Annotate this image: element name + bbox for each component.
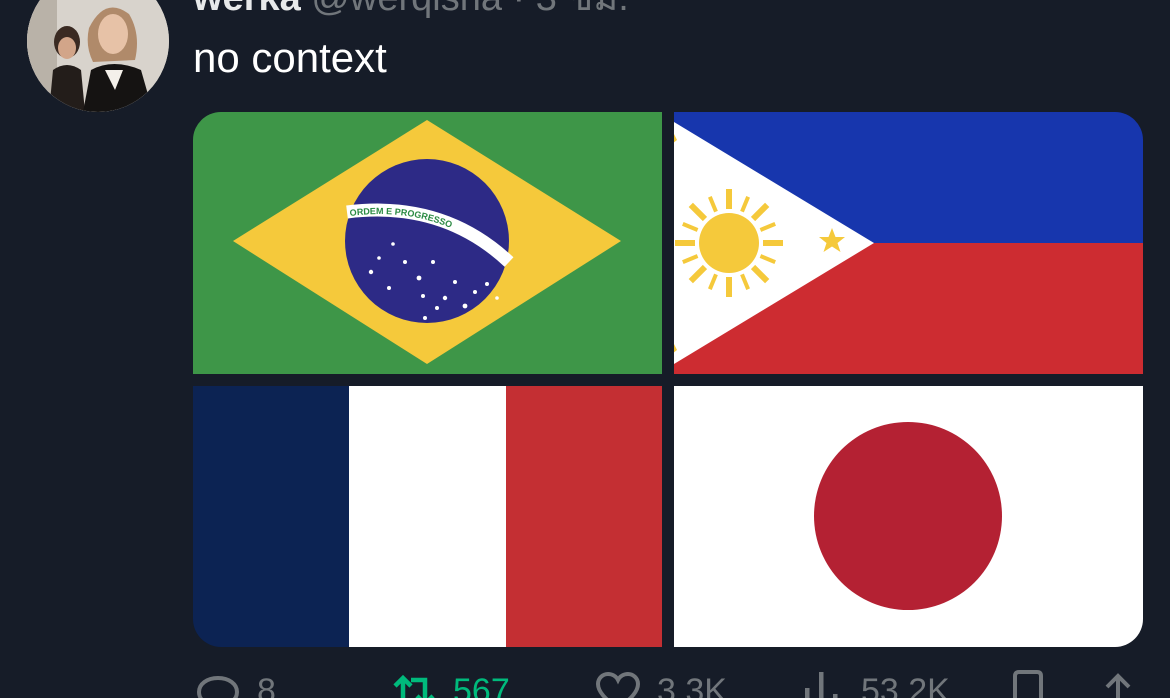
separator: · — [513, 0, 526, 19]
share-icon — [1105, 673, 1131, 698]
media-image-brazil-flag[interactable]: ORDEM E PROGRESSO — [193, 112, 662, 374]
bookmark-button[interactable] — [1003, 666, 1053, 698]
media-image-france-flag[interactable] — [193, 386, 662, 647]
france-flag-icon — [193, 386, 662, 647]
retweet-icon — [393, 674, 435, 698]
share-button[interactable] — [1093, 666, 1143, 698]
like-button[interactable]: 3.3K — [593, 666, 727, 698]
timestamp[interactable]: 3 ชม. — [536, 0, 629, 19]
media-image-japan-flag[interactable] — [674, 386, 1143, 647]
action-bar: 8 567 3.3K 53.2K — [193, 666, 1143, 698]
sun-icon — [675, 189, 783, 297]
heart-icon — [595, 671, 641, 698]
bookmark-icon — [1013, 670, 1043, 698]
tweet-header: werka @werqisha · 3 ชม. — [193, 0, 629, 20]
media-grid: ORDEM E PROGRESSO — [193, 112, 1143, 647]
view-count: 53.2K — [861, 672, 950, 698]
views-button[interactable]: 53.2K — [797, 666, 950, 698]
brazil-flag-icon: ORDEM E PROGRESSO — [193, 112, 662, 374]
reply-count: 8 — [257, 672, 276, 698]
display-name[interactable]: werka — [193, 0, 301, 19]
reply-icon — [196, 675, 240, 698]
japan-flag-icon — [674, 386, 1143, 647]
reply-button[interactable]: 8 — [193, 666, 276, 698]
avatar[interactable] — [27, 0, 169, 112]
like-count: 3.3K — [657, 672, 727, 698]
tweet: werka @werqisha · 3 ชม. no context ORDEM… — [0, 0, 1170, 698]
analytics-icon — [805, 672, 838, 698]
philippines-flag-icon — [674, 112, 1143, 374]
avatar-image — [27, 0, 169, 112]
tweet-text: no context — [193, 34, 387, 81]
media-image-philippines-flag[interactable] — [674, 112, 1143, 374]
retweet-button[interactable]: 567 — [389, 666, 510, 698]
retweet-count: 567 — [453, 672, 510, 698]
user-handle[interactable]: @werqisha — [311, 0, 502, 19]
